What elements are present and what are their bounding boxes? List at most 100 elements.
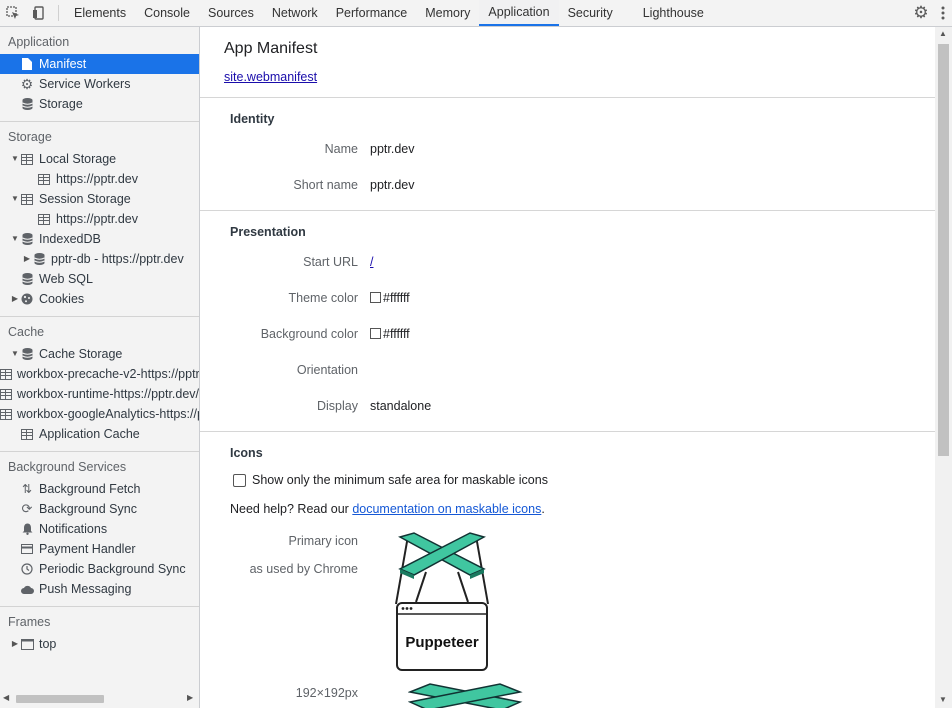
section-title-storage: Storage <box>8 130 52 144</box>
identity-section: Identity Name pptr.dev Short name pptr.d… <box>200 97 935 211</box>
sidebar-item-manifest[interactable]: Manifest <box>0 54 199 74</box>
scroll-left-icon[interactable]: ◀ <box>3 693 9 702</box>
collapse-arrow-icon[interactable]: ▶ <box>10 289 20 309</box>
tab-security[interactable]: Security <box>559 0 622 26</box>
sidebar-item-notifications[interactable]: Notifications <box>0 519 199 539</box>
sidebar-item-payment-handler[interactable]: Payment Handler <box>0 539 199 559</box>
sidebar-item-service-workers[interactable]: ⚙ Service Workers <box>0 74 199 94</box>
database-icon <box>20 272 34 286</box>
sidebar-item-session-storage[interactable]: ▼ Session Storage <box>0 189 199 209</box>
sidebar-horizontal-scrollbar[interactable]: ◀ ▶ <box>0 689 199 708</box>
collapse-arrow-icon[interactable]: ▶ <box>22 249 32 269</box>
scrollbar-thumb[interactable] <box>938 44 949 456</box>
main-vertical-scrollbar[interactable]: ▲ ▼ <box>935 27 952 708</box>
display-label: Display <box>317 399 358 413</box>
start-url-link[interactable]: / <box>370 255 373 269</box>
maskable-docs-link[interactable]: documentation on maskable icons <box>352 502 541 516</box>
inspect-element-icon[interactable] <box>0 0 26 26</box>
puppeteer-logo-text: Puppeteer <box>405 634 479 651</box>
database-icon <box>20 232 34 246</box>
sidebar-item-cache-entry[interactable]: workbox-googleAnalytics-https://pptr.dev… <box>0 404 199 424</box>
tab-memory[interactable]: Memory <box>416 0 479 26</box>
background-color-label: Background color <box>260 327 358 341</box>
toolbar-divider <box>58 5 59 21</box>
table-icon <box>20 427 34 441</box>
cookie-icon <box>20 292 34 306</box>
icons-heading: Icons <box>230 446 263 460</box>
expand-arrow-icon[interactable]: ▼ <box>10 189 20 209</box>
puppeteer-logo-icon: Puppeteer <box>395 532 489 671</box>
sidebar-item-storage[interactable]: Storage <box>0 94 199 114</box>
theme-color-label: Theme color <box>288 291 358 305</box>
table-icon <box>20 152 34 166</box>
section-divider <box>0 316 199 317</box>
sync-icon: ⟳ <box>21 501 33 516</box>
collapse-arrow-icon[interactable]: ▶ <box>10 634 20 654</box>
sidebar-item-periodic-background-sync[interactable]: Periodic Background Sync <box>0 559 199 579</box>
sidebar-item-background-sync[interactable]: ⟳ Background Sync <box>0 499 199 519</box>
section-divider <box>0 451 199 452</box>
expand-arrow-icon[interactable]: ▼ <box>10 344 20 364</box>
orientation-label: Orientation <box>296 363 358 377</box>
sidebar-item-background-fetch[interactable]: ⇅ Background Fetch <box>0 479 199 499</box>
database-icon <box>20 347 34 361</box>
section-title-frames: Frames <box>8 615 51 629</box>
sidebar-item-push-messaging[interactable]: Push Messaging <box>0 579 199 599</box>
tab-elements[interactable]: Elements <box>65 0 135 26</box>
clock-icon <box>20 562 34 576</box>
background-color-value: #ffffff <box>370 327 410 341</box>
scroll-right-icon[interactable]: ▶ <box>187 693 193 702</box>
color-swatch[interactable] <box>370 328 381 339</box>
identity-heading: Identity <box>230 112 275 126</box>
tab-console[interactable]: Console <box>135 0 199 26</box>
scroll-up-icon[interactable]: ▲ <box>939 29 947 38</box>
manifest-link[interactable]: site.webmanifest <box>224 70 317 84</box>
tab-performance[interactable]: Performance <box>327 0 417 26</box>
expand-arrow-icon[interactable]: ▼ <box>10 229 20 249</box>
tab-lighthouse[interactable]: Lighthouse <box>634 0 713 26</box>
tab-sources[interactable]: Sources <box>199 0 263 26</box>
sidebar-item-local-storage-origin[interactable]: https://pptr.dev <box>0 169 199 189</box>
expand-arrow-icon[interactable]: ▼ <box>10 149 20 169</box>
device-toolbar-icon[interactable] <box>26 0 52 26</box>
section-title-background-services: Background Services <box>8 460 127 474</box>
settings-gear-icon[interactable]: ⚙ <box>908 3 934 23</box>
presentation-section: Presentation Start URL / Theme color #ff… <box>200 210 935 432</box>
sidebar-item-local-storage[interactable]: ▼ Local Storage <box>0 149 199 169</box>
sidebar-item-web-sql[interactable]: Web SQL <box>0 269 199 289</box>
sidebar-item-cache-entry[interactable]: workbox-runtime-https://pptr.dev/ <box>0 384 199 404</box>
tab-network[interactable]: Network <box>263 0 327 26</box>
sidebar-item-session-storage-origin[interactable]: https://pptr.dev <box>0 209 199 229</box>
section-divider <box>0 606 199 607</box>
maskable-safe-area-checkbox[interactable] <box>233 474 246 487</box>
display-value: standalone <box>370 399 432 413</box>
tab-application[interactable]: Application <box>479 0 559 26</box>
bell-icon <box>20 522 34 536</box>
section-divider <box>0 121 199 122</box>
manifest-panel: App Manifest site.webmanifest Identity N… <box>200 27 935 708</box>
section-title-application: Application <box>8 35 70 49</box>
sidebar-item-frame-top[interactable]: ▶ top <box>0 634 199 654</box>
section-title-cache: Cache <box>8 325 45 339</box>
scrollbar-thumb[interactable] <box>16 695 104 703</box>
page-title: App Manifest <box>224 40 318 57</box>
name-label: Name <box>324 142 358 156</box>
sidebar-item-indexeddb[interactable]: ▼ IndexedDB <box>0 229 199 249</box>
frame-icon <box>20 637 34 651</box>
sidebar-item-cache-entry[interactable]: workbox-precache-v2-https://pptr.dev/ <box>0 364 199 384</box>
sidebar-item-cache-storage[interactable]: ▼ Cache Storage <box>0 344 199 364</box>
scroll-down-icon[interactable]: ▼ <box>939 695 947 704</box>
credit-card-icon <box>20 542 34 556</box>
maskable-checkbox-label[interactable]: Show only the minimum safe area for mask… <box>252 473 548 487</box>
database-icon <box>32 252 46 266</box>
devtools-toolbar: Elements Console Sources Network Perform… <box>0 0 952 27</box>
sidebar-item-cookies[interactable]: ▶ Cookies <box>0 289 199 309</box>
maskable-help-text: Need help? Read our documentation on mas… <box>230 502 545 516</box>
color-swatch[interactable] <box>370 292 381 303</box>
presentation-heading: Presentation <box>230 225 306 239</box>
sidebar-item-application-cache[interactable]: Application Cache <box>0 424 199 444</box>
sidebar-item-indexeddb-database[interactable]: ▶ pptr-db - https://pptr.dev <box>0 249 199 269</box>
table-icon <box>0 407 12 421</box>
more-options-icon[interactable] <box>934 6 952 20</box>
table-icon <box>0 387 12 401</box>
